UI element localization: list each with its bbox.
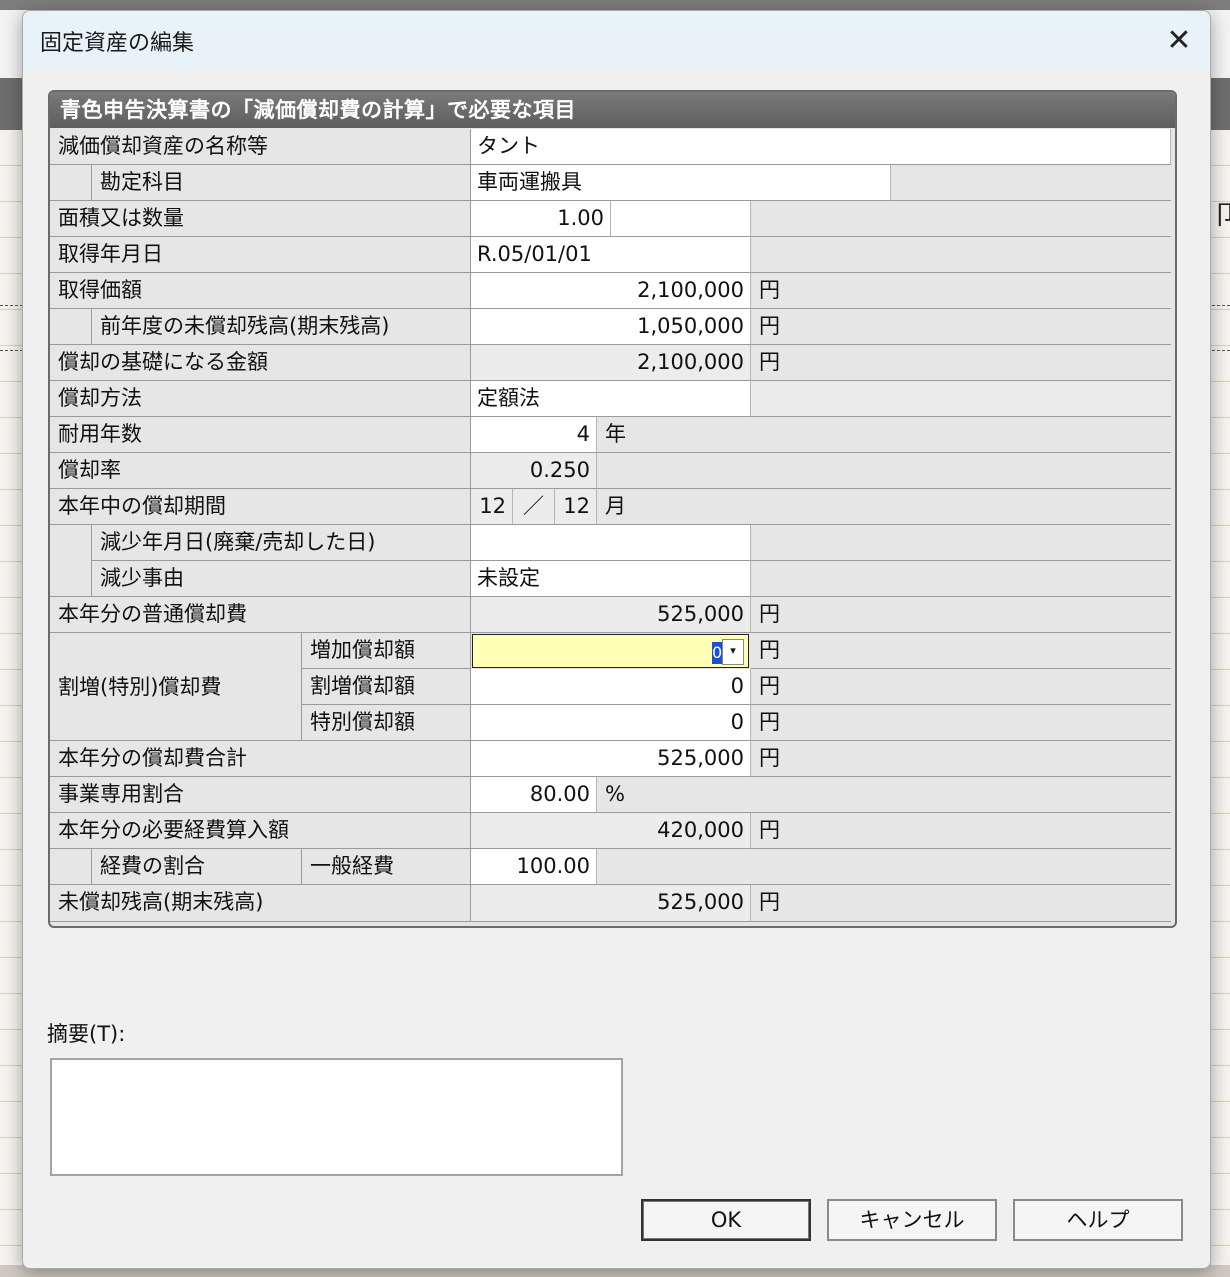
background-text: 卩 <box>1212 201 1230 231</box>
row-filler <box>597 849 1171 885</box>
currency-unit: 円 <box>751 669 1171 705</box>
useful-life-label: 耐用年数 <box>50 417 471 453</box>
period-months-input[interactable]: 12 <box>471 489 513 525</box>
dropdown-arrow-icon[interactable]: ▾ <box>722 639 744 665</box>
disposal-reason-select[interactable]: 未設定 <box>471 561 751 597</box>
total-depreciation-input[interactable]: 525,000 <box>471 741 751 777</box>
business-ratio-input[interactable]: 80.00 <box>471 777 597 813</box>
indent-spacer <box>50 525 92 597</box>
increase-depreciation-input[interactable]: 0 ▾ <box>472 634 749 668</box>
period-separator: ／ <box>513 489 555 525</box>
dialog-title: 固定資産の編集 <box>40 31 195 56</box>
row-filler <box>751 237 1171 273</box>
rate-value: 0.250 <box>471 453 597 489</box>
text-cursor: 0 <box>712 642 723 664</box>
account-select[interactable]: 車両運搬具 <box>471 165 891 201</box>
section-header: 青色申告決算書の「減価償却費の計算」で必要な項目 <box>50 92 1175 128</box>
ok-button[interactable]: OK <box>641 1199 811 1241</box>
help-button[interactable]: ヘルプ <box>1013 1199 1183 1241</box>
currency-unit: 円 <box>751 345 1171 381</box>
acquired-date-label: 取得年月日 <box>50 237 471 273</box>
normal-depreciation-value: 525,000 <box>471 597 751 633</box>
background-titlebar <box>0 0 1230 10</box>
percent-unit: % <box>597 777 1171 813</box>
acquired-date-input[interactable]: R.05/01/01 <box>471 237 751 273</box>
general-expense-label: 一般経費 <box>302 849 471 885</box>
quantity-input[interactable]: 1.00 <box>471 201 611 237</box>
total-depreciation-label: 本年分の償却費合計 <box>50 741 471 777</box>
memo-textarea[interactable] <box>50 1058 623 1176</box>
acquisition-cost-label: 取得価額 <box>50 273 471 309</box>
asset-name-input[interactable]: タント <box>471 129 1171 165</box>
currency-unit: 円 <box>751 705 1171 741</box>
disposal-reason-label: 減少事由 <box>92 561 471 597</box>
depreciation-base-label: 償却の基礎になる金額 <box>50 345 471 381</box>
account-label: 勘定科目 <box>92 165 471 201</box>
premium-depreciation-label: 割増償却額 <box>302 669 471 705</box>
indent-spacer <box>50 849 92 885</box>
method-select[interactable]: 定額法 <box>471 381 751 417</box>
currency-unit: 円 <box>751 309 1171 345</box>
indent-spacer <box>50 165 92 201</box>
indent-spacer <box>50 309 92 345</box>
depreciation-form: 青色申告決算書の「減価償却費の計算」で必要な項目 減価償却資産の名称等 タント … <box>48 90 1177 928</box>
memo-label: 摘要(T): <box>47 1022 126 1046</box>
asset-name-label: 減価償却資産の名称等 <box>50 129 471 165</box>
currency-unit: 円 <box>751 273 1171 309</box>
method-label: 償却方法 <box>50 381 471 417</box>
expense-amount-label: 本年分の必要経費算入額 <box>50 813 471 849</box>
row-filler <box>891 165 1171 201</box>
useful-life-input[interactable]: 4 <box>471 417 597 453</box>
expense-ratio-label: 経費の割合 <box>92 849 302 885</box>
disposal-date-label: 減少年月日(廃棄/売却した日) <box>92 525 471 561</box>
prev-balance-input[interactable]: 1,050,000 <box>471 309 751 345</box>
cancel-button[interactable]: キャンセル <box>827 1199 997 1241</box>
disposal-date-input[interactable] <box>471 525 751 561</box>
row-filler <box>751 525 1171 561</box>
currency-unit: 円 <box>751 813 1171 849</box>
business-ratio-label: 事業専用割合 <box>50 777 471 813</box>
row-filler <box>751 201 1171 237</box>
currency-unit: 円 <box>751 597 1171 633</box>
dialog-titlebar: 固定資産の編集 ✕ <box>23 11 1210 69</box>
currency-unit: 円 <box>751 885 1171 922</box>
row-filler <box>597 453 1171 489</box>
row-filler <box>751 381 1171 417</box>
depreciation-base-value: 2,100,000 <box>471 345 751 381</box>
currency-unit: 円 <box>751 633 1171 669</box>
special-depreciation-label: 割増(特別)償却費 <box>50 633 302 741</box>
row-filler <box>751 561 1171 597</box>
ending-balance-label: 未償却残高(期末残高) <box>50 885 471 922</box>
currency-unit: 円 <box>751 741 1171 777</box>
year-unit: 年 <box>597 417 1171 453</box>
expense-ratio-input[interactable]: 100.00 <box>471 849 597 885</box>
expense-amount-value: 420,000 <box>471 813 751 849</box>
period-label: 本年中の償却期間 <box>50 489 471 525</box>
increase-depreciation-label: 増加償却額 <box>302 633 471 669</box>
month-unit: 月 <box>597 489 1171 525</box>
premium-depreciation-input[interactable]: 0 <box>471 669 751 705</box>
acquisition-cost-input[interactable]: 2,100,000 <box>471 273 751 309</box>
special-amount-label: 特別償却額 <box>302 705 471 741</box>
special-amount-input[interactable]: 0 <box>471 705 751 741</box>
period-total-value: 12 <box>555 489 597 525</box>
normal-depreciation-label: 本年分の普通償却費 <box>50 597 471 633</box>
rate-label: 償却率 <box>50 453 471 489</box>
prev-balance-label: 前年度の未償却残高(期末残高) <box>92 309 471 345</box>
ending-balance-value: 525,000 <box>471 885 751 922</box>
quantity-label: 面積又は数量 <box>50 201 471 237</box>
close-icon[interactable]: ✕ <box>1148 11 1210 69</box>
quantity-unit-input[interactable] <box>611 201 751 237</box>
